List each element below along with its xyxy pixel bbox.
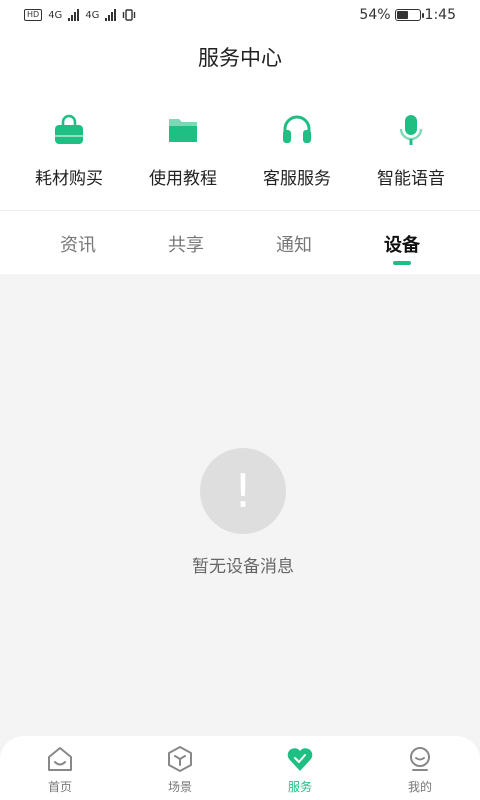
profile-icon: [405, 744, 435, 774]
tab-label: 设备: [384, 235, 420, 256]
heart-icon: [285, 744, 315, 774]
quick-action-label: 使用教程: [149, 169, 217, 189]
tab-label: 通知: [276, 235, 312, 256]
nav-scenes[interactable]: 场景: [120, 736, 240, 800]
shopping-bag-icon: [49, 110, 89, 150]
nav-label: 场景: [167, 780, 192, 794]
tab-bar: 资讯 共享 通知 设备: [0, 210, 480, 274]
tab-share[interactable]: 共享: [146, 211, 226, 274]
active-tab-indicator: [393, 261, 411, 265]
bottom-nav: 首页 场景 服务 我的: [0, 736, 480, 800]
exclamation-icon: !: [200, 448, 286, 534]
empty-state: ! 暂无设备消息: [0, 274, 480, 734]
battery-icon: [394, 9, 424, 21]
quick-action-consumables[interactable]: 耗材购买: [19, 110, 119, 189]
quick-action-customer-service[interactable]: 客服服务: [247, 110, 347, 189]
microphone-icon: [391, 110, 431, 150]
home-icon: [45, 744, 75, 774]
quick-actions: 耗材购买 使用教程 客服服务 智能语音: [0, 110, 480, 189]
header: 服务中心 耗材购买 使用教程 客服服务 智能语音: [0, 30, 480, 210]
empty-message: 暂无设备消息: [192, 557, 294, 577]
network-type-1: 4G: [48, 9, 63, 21]
tab-notifications[interactable]: 通知: [254, 211, 334, 274]
nav-label: 服务: [287, 780, 312, 794]
quick-action-label: 智能语音: [377, 169, 445, 189]
tab-devices[interactable]: 设备: [362, 211, 442, 274]
nav-profile[interactable]: 我的: [360, 736, 480, 800]
clock: 1:45: [424, 7, 456, 23]
nav-label: 我的: [407, 780, 432, 794]
folder-icon: [163, 110, 203, 150]
tab-news[interactable]: 资讯: [38, 211, 118, 274]
battery-fill: [396, 11, 409, 19]
quick-action-label: 耗材购买: [35, 169, 103, 189]
cube-icon: [165, 744, 195, 774]
status-right: 54% 1:45: [359, 7, 456, 23]
network-type-2: 4G: [85, 9, 100, 21]
tab-label: 共享: [168, 235, 204, 256]
hd-badge: HD: [24, 9, 43, 21]
nav-label: 首页: [47, 780, 72, 794]
page-title: 服务中心: [198, 46, 282, 70]
signal-icon-2: [105, 9, 117, 21]
signal-icon: [68, 9, 80, 21]
nav-services[interactable]: 服务: [240, 736, 360, 800]
battery-percent: 54%: [359, 7, 391, 23]
status-left: HD 4G 4G: [24, 9, 136, 21]
nav-home[interactable]: 首页: [0, 736, 120, 800]
quick-action-label: 客服服务: [263, 169, 331, 189]
quick-action-tutorial[interactable]: 使用教程: [133, 110, 233, 189]
vibrate-icon: [123, 9, 136, 21]
headset-icon: [277, 110, 317, 150]
quick-action-voice[interactable]: 智能语音: [361, 110, 461, 189]
status-bar: HD 4G 4G 54% 1:45: [0, 0, 480, 30]
tab-label: 资讯: [60, 235, 96, 256]
